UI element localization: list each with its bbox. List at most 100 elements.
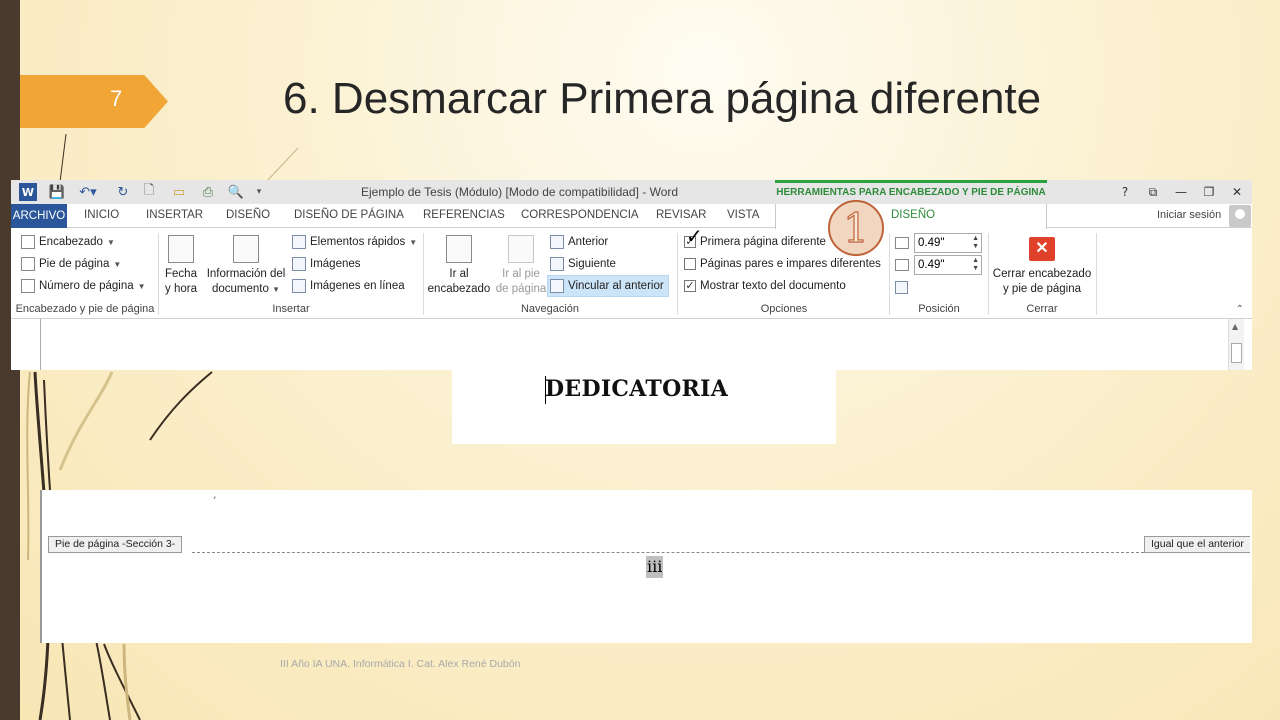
ribbon: Encabezado ▼ Pie de página ▼ Número de pág…	[11, 229, 1252, 319]
group-label-opciones: Opciones	[760, 303, 808, 315]
header-position-row	[895, 233, 909, 253]
title-bar: W 💾 ↶▾ ↻ 🗋 ▭ ⎙ 🔍 ▾ Ejemplo de Tesis (Mód…	[11, 180, 1252, 204]
group-divider	[889, 233, 890, 315]
minimize-button[interactable]: —	[1171, 183, 1191, 201]
footer-position-icon	[895, 259, 909, 271]
chevron-down-icon: ▼	[272, 285, 281, 294]
siguiente-button[interactable]: Siguiente	[550, 254, 616, 274]
tab-archivo[interactable]: ARCHIVO	[11, 204, 67, 228]
help-button[interactable]: ?	[1115, 183, 1135, 201]
scroll-up-icon[interactable]: ▲	[1232, 322, 1238, 331]
tab-diseno[interactable]: DISEÑO	[226, 209, 270, 221]
go-to-header-icon	[446, 235, 472, 263]
numero-pagina-button[interactable]: Número de página ▼	[21, 276, 146, 296]
mostrar-texto-checkbox[interactable]: ✓ Mostrar texto del documento	[684, 276, 846, 296]
group-divider	[988, 233, 989, 315]
tab-vista[interactable]: VISTA	[727, 209, 759, 221]
new-doc-icon[interactable]: 🗋	[141, 183, 157, 201]
tab-diseno-pagina[interactable]: DISEÑO DE PÁGINA	[294, 209, 404, 221]
next-icon	[550, 257, 564, 271]
chevron-down-icon: ▼	[137, 281, 146, 291]
tab-insertar[interactable]: INSERTAR	[146, 209, 203, 221]
fecha-hora-button[interactable]: Fecha y hora	[163, 235, 199, 297]
document-area-top: ▲	[11, 319, 1252, 370]
group-label-cerrar: Cerrar	[1026, 303, 1058, 315]
document-info-icon	[233, 235, 259, 263]
slide-footnote: III Año IA UNA. Informática I. Cat. Alex…	[280, 658, 521, 670]
spinner-arrows-icon[interactable]: ▲ ▼	[972, 235, 979, 251]
vertical-scrollbar[interactable]: ▲	[1228, 319, 1244, 370]
group-label-header-footer: Encabezado y pie de página	[15, 303, 155, 315]
tab-correspondencia[interactable]: CORRESPONDENCIA	[521, 209, 639, 221]
close-icon: ✕	[1029, 237, 1055, 261]
customize-icon[interactable]: ▾	[253, 183, 265, 201]
undo-icon[interactable]: ↶▾	[75, 183, 101, 201]
footer-icon	[21, 257, 35, 271]
group-divider	[677, 233, 678, 315]
page-edge	[40, 319, 41, 370]
vincular-anterior-button[interactable]: Vincular al anterior	[547, 275, 669, 297]
ribbon-tabs: ARCHIVO INICIO INSERTAR DISEÑO DISEÑO DE…	[11, 204, 1252, 229]
chevron-down-icon: ▼	[409, 237, 418, 247]
encabezado-button[interactable]: Encabezado ▼	[21, 232, 115, 252]
tab-diseno-context[interactable]: DISEÑO	[891, 209, 935, 221]
elementos-rapidos-button[interactable]: Elementos rápidos ▼	[292, 232, 417, 252]
quick-parts-icon	[292, 235, 306, 249]
insert-tab-button[interactable]	[895, 277, 908, 297]
calendar-icon	[168, 235, 194, 263]
chevron-down-icon: ▼	[113, 259, 122, 269]
word-window: W 💾 ↶▾ ↻ 🗋 ▭ ⎙ 🔍 ▾ Ejemplo de Tesis (Mód…	[11, 180, 1252, 370]
signin-link[interactable]: Iniciar sesión	[1157, 209, 1221, 221]
imagenes-linea-button[interactable]: Imágenes en línea	[292, 276, 405, 296]
document-heading[interactable]: DEDICATORIA	[545, 376, 728, 402]
ir-pie-button[interactable]: Ir al pie de página	[493, 235, 549, 297]
group-divider	[1096, 233, 1097, 315]
footer-position-row	[895, 255, 909, 275]
header-position-input[interactable]: 0.49" ▲ ▼	[914, 233, 982, 253]
footer-position-input[interactable]: 0.49" ▲ ▼	[914, 255, 982, 275]
print-preview-icon[interactable]: 🔍	[227, 183, 245, 201]
avatar[interactable]	[1229, 205, 1251, 227]
window-title: Ejemplo de Tesis (Módulo) [Modo de compa…	[361, 185, 679, 199]
same-as-previous-label: Igual que el anterior	[1144, 536, 1250, 553]
ribbon-options-button[interactable]: ⧉	[1143, 183, 1163, 201]
scroll-thumb[interactable]	[1231, 343, 1242, 363]
redo-icon[interactable]: ↻	[115, 183, 131, 201]
primera-pagina-checkbox[interactable]: ✓ Primera página diferente	[684, 232, 826, 252]
info-documento-button[interactable]: Información del documento ▼	[201, 235, 291, 297]
slide-number: 7	[110, 86, 123, 111]
link-icon	[550, 279, 564, 293]
header-icon	[21, 235, 35, 249]
context-tab-group: HERRAMIENTAS PARA ENCABEZADO Y PIE DE PÁ…	[775, 180, 1047, 204]
text-fragment: ‚	[213, 490, 217, 501]
group-label-navegacion: Navegación	[520, 303, 580, 315]
slide-title: 6. Desmarcar Primera página diferente	[283, 74, 1042, 123]
tab-referencias[interactable]: REFERENCIAS	[423, 209, 505, 221]
checkbox-checked-icon: ✓	[684, 280, 696, 292]
anterior-button[interactable]: Anterior	[550, 232, 608, 252]
footer-page-number[interactable]: iii	[646, 556, 664, 578]
annotation-checkmark: ✓	[686, 224, 703, 248]
open-folder-icon[interactable]: ▭	[171, 183, 187, 201]
group-divider	[158, 233, 159, 315]
group-label-insertar: Insertar	[272, 303, 310, 315]
picture-icon	[292, 257, 306, 271]
pie-pagina-button[interactable]: Pie de página ▼	[21, 254, 121, 274]
word-logo-icon[interactable]: W	[19, 183, 37, 201]
spinner-arrows-icon[interactable]: ▲ ▼	[972, 257, 979, 273]
imagenes-button[interactable]: Imágenes	[292, 254, 361, 274]
restore-button[interactable]: ❐	[1199, 183, 1219, 201]
ir-encabezado-button[interactable]: Ir al encabezado	[426, 235, 492, 297]
group-divider	[423, 233, 424, 315]
tab-inicio[interactable]: INICIO	[84, 209, 119, 221]
save-icon[interactable]: 💾	[49, 183, 65, 201]
go-to-footer-icon	[508, 235, 534, 263]
collapse-ribbon-icon[interactable]: ⌃	[1236, 304, 1244, 315]
print-icon[interactable]: ⎙	[199, 183, 217, 201]
checkbox-unchecked-icon	[684, 258, 696, 270]
tab-revisar[interactable]: REVISAR	[656, 209, 707, 221]
pares-impares-checkbox[interactable]: Páginas pares e impares diferentes	[684, 254, 881, 274]
online-picture-icon	[292, 279, 306, 293]
close-window-button[interactable]: ✕	[1227, 183, 1247, 201]
cerrar-encabezado-button[interactable]: ✕ Cerrar encabezado y pie de página	[991, 237, 1093, 297]
